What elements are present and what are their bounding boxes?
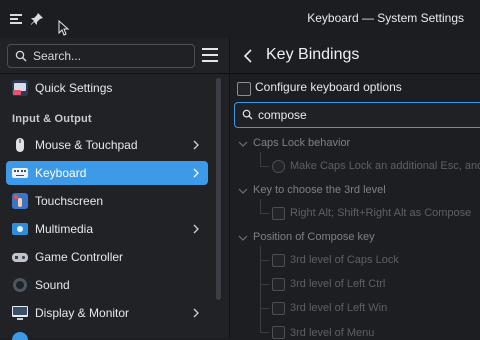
search-icon (15, 50, 27, 62)
sidebar: Search... Quick Settings Input & Output … (0, 38, 230, 340)
sidebar-item-label: Display & Monitor (35, 306, 130, 320)
main-content: Key Bindings Configure keyboard options … (230, 38, 480, 339)
chevron-right-icon (193, 224, 199, 234)
chevron-down-icon[interactable] (238, 186, 248, 196)
sidebar-item-label: Sound (35, 278, 70, 292)
next-item-icon (12, 332, 28, 340)
chevron-down-icon[interactable] (238, 139, 248, 149)
sidebar-item-label: Mouse & Touchpad (35, 138, 138, 152)
sidebar-separator (0, 73, 229, 74)
tree-option-label[interactable]: 3rd level of Left Win (290, 302, 387, 314)
tree-option-label[interactable]: 3rd level of Left Ctrl (290, 278, 385, 290)
sidebar-item-label: Game Controller (35, 250, 124, 264)
gamepad-icon (12, 249, 28, 265)
tree-branch-line (260, 152, 269, 167)
configure-keyboard-options-label: Configure keyboard options (255, 80, 402, 94)
configure-keyboard-options-checkbox[interactable] (237, 82, 251, 96)
option-checkbox[interactable] (272, 326, 285, 339)
search-input[interactable]: Search... (7, 44, 195, 68)
keyboard-icon (12, 165, 28, 181)
touchscreen-icon (12, 193, 28, 209)
tree-option-label[interactable]: 3rd level of Caps Lock (290, 254, 399, 266)
tree-option-label[interactable]: Right Alt; Shift+Right Alt as Compose (290, 207, 471, 219)
window-menu-icon[interactable] (9, 12, 23, 26)
chevron-right-icon (193, 308, 199, 318)
mouse-cursor-icon (58, 20, 70, 36)
option-checkbox[interactable] (272, 302, 285, 315)
pin-icon[interactable] (30, 12, 44, 26)
tree-option-label[interactable]: 3rd level of Menu (290, 327, 374, 339)
sidebar-item-quick-settings[interactable]: Quick Settings (6, 76, 208, 100)
tree-branch-line (260, 260, 269, 285)
header-separator (230, 73, 480, 74)
back-arrow-icon[interactable] (242, 48, 254, 64)
filter-input[interactable]: compose (234, 102, 480, 128)
tree-group-compose-position[interactable]: Position of Compose key (253, 231, 375, 243)
window-titlebar: Keyboard — System Settings (0, 0, 480, 39)
search-placeholder: Search... (33, 49, 82, 63)
sidebar-item-sound[interactable]: Sound (6, 273, 208, 297)
option-radio[interactable] (272, 160, 285, 173)
sidebar-item-label: Multimedia (35, 222, 94, 236)
speaker-icon (12, 277, 28, 293)
search-icon (242, 109, 253, 120)
option-checkbox[interactable] (272, 254, 285, 267)
sidebar-item-label: Quick Settings (35, 81, 113, 95)
sidebar-item-label: Touchscreen (35, 194, 104, 208)
section-heading-input-output: Input & Output (12, 113, 92, 125)
chevron-down-icon[interactable] (238, 233, 248, 243)
mouse-icon (12, 137, 28, 153)
tree-branch-line (260, 284, 269, 309)
tree-branch-line (260, 308, 269, 333)
tree-option-label[interactable]: Make Caps Lock an additional Esc, and (290, 160, 480, 172)
tree-group-caps-lock[interactable]: Caps Lock behavior (253, 137, 350, 149)
monitor-icon (12, 305, 28, 321)
sidebar-item-label: Keyboard (35, 166, 87, 180)
quick-settings-icon (12, 80, 28, 96)
hamburger-menu-icon[interactable] (202, 48, 218, 62)
tree-branch-line (260, 199, 269, 214)
sidebar-item-game-controller[interactable]: Game Controller (6, 245, 208, 269)
sidebar-scrollbar[interactable] (216, 78, 221, 300)
sidebar-item-multimedia[interactable]: Multimedia (6, 217, 208, 241)
filter-value: compose (258, 108, 307, 122)
option-checkbox[interactable] (272, 207, 285, 220)
chevron-right-icon (193, 168, 199, 178)
option-checkbox[interactable] (272, 278, 285, 291)
window-title: Keyboard — System Settings (307, 11, 464, 25)
sidebar-item-keyboard[interactable]: Keyboard (6, 161, 208, 185)
multimedia-icon (12, 221, 28, 237)
chevron-right-icon (193, 140, 199, 150)
tree-group-third-level[interactable]: Key to choose the 3rd level (253, 184, 386, 196)
tree-branch-line (260, 246, 269, 261)
sidebar-item-display-monitor[interactable]: Display & Monitor (6, 301, 208, 325)
sidebar-item-touchscreen[interactable]: Touchscreen (6, 189, 208, 213)
sidebar-item-mouse-touchpad[interactable]: Mouse & Touchpad (6, 133, 208, 157)
page-title: Key Bindings (266, 46, 360, 63)
